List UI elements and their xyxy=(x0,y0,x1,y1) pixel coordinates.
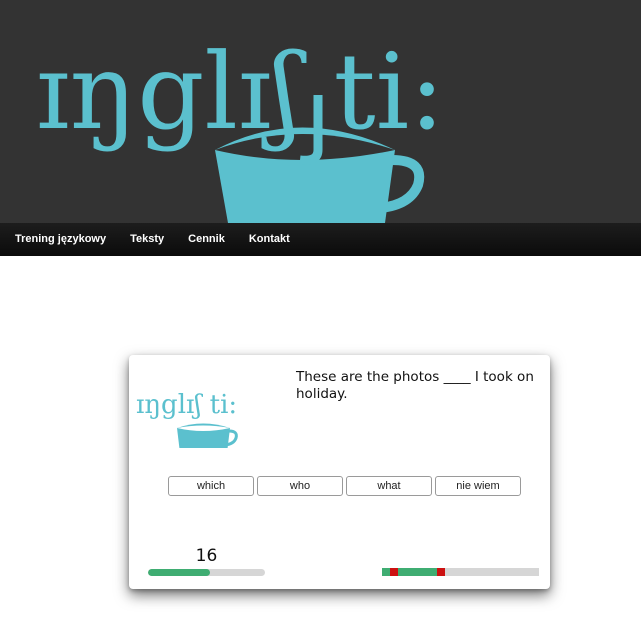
progress-segment-wrong xyxy=(389,568,398,576)
answer-button-dont-know[interactable]: nie wiem xyxy=(435,476,521,496)
progress-segment-correct xyxy=(397,568,406,576)
progress-segment-correct xyxy=(405,568,414,576)
nav-item-texts[interactable]: Teksty xyxy=(118,223,176,256)
nav-item-training[interactable]: Trening językowy xyxy=(0,223,118,256)
nav-item-pricing[interactable]: Cennik xyxy=(176,223,237,256)
progress-segment-correct xyxy=(429,568,437,576)
question-counter: 16 xyxy=(195,546,218,566)
progress-segment-empty xyxy=(491,568,500,576)
quiz-logo: ɪŋglɪʃ ti: xyxy=(136,390,238,448)
progress-segment-empty xyxy=(515,568,524,576)
progress-segment-correct xyxy=(421,568,430,576)
progress-segment-correct xyxy=(413,568,422,576)
answer-button-which[interactable]: which xyxy=(168,476,254,496)
quiz-logo-text: ɪŋglɪʃ ti: xyxy=(136,390,237,420)
progress-segment-empty xyxy=(476,568,484,576)
site-logo[interactable]: ɪŋglɪʃ ti: xyxy=(0,0,641,223)
progress-segment-empty xyxy=(444,568,453,576)
main-nav: Trening językowy Teksty Cennik Kontakt xyxy=(0,223,641,256)
nav-item-contact[interactable]: Kontakt xyxy=(237,223,302,256)
progress-segment-correct xyxy=(382,568,390,576)
answer-button-who[interactable]: who xyxy=(257,476,343,496)
quiz-card: ɪŋglɪʃ ti: These are the photos ____ I t… xyxy=(129,355,550,589)
timer-bar-fill xyxy=(148,569,210,576)
progress-segment-empty xyxy=(523,568,532,576)
progress-segment-empty xyxy=(452,568,461,576)
progress-segment-empty xyxy=(499,568,508,576)
progress-segment-empty xyxy=(507,568,516,576)
progress-segment-empty xyxy=(468,568,477,576)
progress-segment-wrong xyxy=(436,568,445,576)
site-logo-text: ɪŋglɪʃ ti: xyxy=(36,31,445,153)
timer-bar xyxy=(148,569,265,576)
site-header: ɪŋglɪʃ ti: xyxy=(0,0,641,223)
question-text: These are the photos ____ I took on holi… xyxy=(296,369,534,402)
answer-options: which who what nie wiem xyxy=(168,476,521,496)
progress-segment-empty xyxy=(483,568,492,576)
answer-progress-bar xyxy=(382,568,539,576)
progress-segment-empty xyxy=(531,568,539,576)
progress-segment-empty xyxy=(460,568,469,576)
answer-button-what[interactable]: what xyxy=(346,476,432,496)
